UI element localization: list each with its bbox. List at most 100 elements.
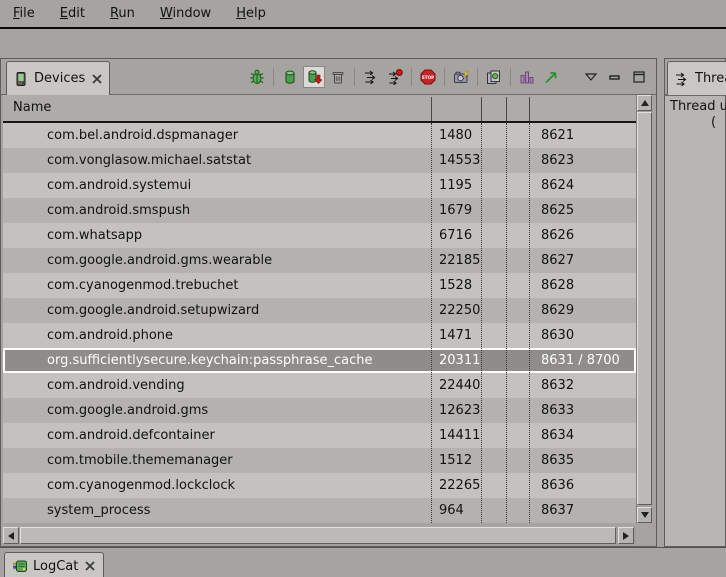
pid-cell: 20311 <box>439 350 480 371</box>
minimize-icon[interactable] <box>604 66 626 88</box>
table-row[interactable]: com.android.defcontainer144118634 <box>3 423 636 448</box>
threads-content: Thread up ( <box>665 95 725 546</box>
pid-cell: 1471 <box>439 323 472 348</box>
column-divider[interactable] <box>529 97 530 121</box>
table-row[interactable]: system_process9648637 <box>3 498 636 523</box>
table-row-selected[interactable]: org.sufficientlysecure.keychain:passphra… <box>3 348 636 373</box>
process-name-cell: com.android.phone <box>47 323 173 348</box>
table-row[interactable]: com.bel.android.dspmanager14808621 <box>3 123 636 148</box>
table-row[interactable]: com.android.phone 1471 8630 <box>3 323 636 348</box>
port-cell: 8632 <box>541 373 574 398</box>
process-name-cell: com.android.systemui <box>47 173 191 198</box>
column-divider[interactable] <box>431 97 432 121</box>
threads-tabbar: Threa <box>665 59 725 95</box>
close-icon[interactable] <box>90 72 103 85</box>
table-row[interactable]: com.android.smspush16798625 <box>3 198 636 223</box>
toolbar-separator <box>269 68 278 86</box>
toolbar-separator <box>440 68 449 86</box>
tab-threads[interactable]: Threa <box>667 61 726 95</box>
logcat-tab-label: LogCat <box>33 559 78 574</box>
pid-cell: 1512 <box>439 448 472 473</box>
port-cell: 8630 <box>541 323 574 348</box>
process-name-cell: com.google.android.gms.wearable <box>47 248 272 273</box>
view-menu-chevron-icon[interactable] <box>580 66 602 88</box>
horizontal-scroll-thumb[interactable] <box>20 527 616 544</box>
table-row[interactable]: com.google.android.setupwizard222508629 <box>3 298 636 323</box>
vertical-scrollbar[interactable] <box>636 95 652 523</box>
port-cell: 8628 <box>541 273 574 298</box>
process-name-cell: com.google.android.gms <box>47 398 208 423</box>
devices-tab-label: Devices <box>34 71 85 86</box>
toolbar-separator <box>407 68 416 86</box>
ddms-window: File Edit Run Window Help Devices STOP Name … <box>0 0 726 577</box>
scroll-up-button[interactable] <box>637 95 652 111</box>
pid-cell: 6716 <box>439 223 472 248</box>
menu-window[interactable]: Window <box>151 3 220 24</box>
column-header-name[interactable]: Name <box>13 100 51 115</box>
pid-cell: 14411 <box>439 423 480 448</box>
sysinfo-bars-icon[interactable] <box>516 66 538 88</box>
update-threads-icon[interactable] <box>360 66 382 88</box>
pid-cell: 1195 <box>439 173 472 198</box>
screen-capture-icon[interactable] <box>450 66 472 88</box>
table-row[interactable]: com.android.systemui11958624 <box>3 173 636 198</box>
maximize-icon[interactable] <box>628 66 650 88</box>
right-arrow-icon <box>623 532 633 540</box>
table-row[interactable]: com.android.vending224408632 <box>3 373 636 398</box>
process-name-cell: com.tmobile.thememanager <box>47 448 233 473</box>
menu-file[interactable]: File <box>4 3 44 24</box>
column-divider[interactable] <box>506 97 507 121</box>
scroll-left-button[interactable] <box>3 527 19 544</box>
pid-cell: 1480 <box>439 123 472 148</box>
table-header: Name <box>3 95 636 123</box>
scroll-down-button[interactable] <box>637 507 652 523</box>
tab-logcat[interactable]: LogCat <box>4 552 104 577</box>
cause-gc-icon[interactable] <box>327 66 349 88</box>
table-row[interactable]: com.cyanogenmod.lockclock222658636 <box>3 473 636 498</box>
process-name-cell: com.android.smspush <box>47 198 190 223</box>
table-row[interactable]: com.google.android.gms126238633 <box>3 398 636 423</box>
scroll-right-button[interactable] <box>618 527 634 544</box>
port-cell: 8627 <box>541 248 574 273</box>
close-icon[interactable] <box>83 560 96 573</box>
process-name-cell: org.sufficientlysecure.keychain:passphra… <box>47 350 372 371</box>
menu-bar-divider <box>0 27 726 29</box>
devices-tabbar: Devices STOP <box>1 59 656 95</box>
debug-attach-icon[interactable] <box>246 66 268 88</box>
process-name-cell: com.android.vending <box>47 373 185 398</box>
pid-cell: 22185 <box>439 248 480 273</box>
stop-process-icon[interactable]: STOP <box>417 66 439 88</box>
table-row[interactable]: com.tmobile.thememanager 1512 8635 <box>3 448 636 473</box>
column-divider[interactable] <box>481 97 482 121</box>
left-arrow-icon <box>4 532 14 540</box>
menu-help[interactable]: Help <box>227 3 275 24</box>
method-profiling-icon[interactable] <box>384 66 406 88</box>
process-name-cell: com.android.defcontainer <box>47 423 215 448</box>
menu-edit[interactable]: Edit <box>51 3 94 24</box>
pid-cell: 22250 <box>439 298 480 323</box>
dump-hprof-icon[interactable] <box>303 66 325 88</box>
toolbar-separator <box>473 68 482 86</box>
table-row[interactable]: com.whatsapp 6716 8626 <box>3 223 636 248</box>
vertical-scroll-thumb[interactable] <box>637 112 652 505</box>
device-capture-icon[interactable] <box>483 66 505 88</box>
logcat-tabbar: LogCat <box>0 547 726 577</box>
table-row[interactable]: com.cyanogenmod.trebuchet15288628 <box>3 273 636 298</box>
menu-run[interactable]: Run <box>101 3 144 24</box>
logcat-icon <box>12 558 28 574</box>
horizontal-scrollbar[interactable] <box>3 527 636 545</box>
process-name-cell: com.whatsapp <box>47 223 142 248</box>
update-heap-icon[interactable] <box>279 66 301 88</box>
port-cell: 8635 <box>541 448 574 473</box>
phone-icon <box>13 71 29 87</box>
port-cell: 8626 <box>541 223 574 248</box>
pid-cell: 1679 <box>439 198 472 223</box>
process-name-cell: system_process <box>47 498 150 523</box>
devices-view-panel: Devices STOP Name com.bel.android.dspman… <box>0 58 657 547</box>
devices-toolbar: STOP <box>245 64 651 90</box>
chart-arrow-icon[interactable] <box>540 66 562 88</box>
port-cell: 8633 <box>541 398 574 423</box>
table-row[interactable]: com.google.android.gms.wearable 22185 8627 <box>3 248 636 273</box>
table-row[interactable]: com.vonglasow.michael.satstat145538623 <box>3 148 636 173</box>
tab-devices[interactable]: Devices <box>6 61 110 95</box>
